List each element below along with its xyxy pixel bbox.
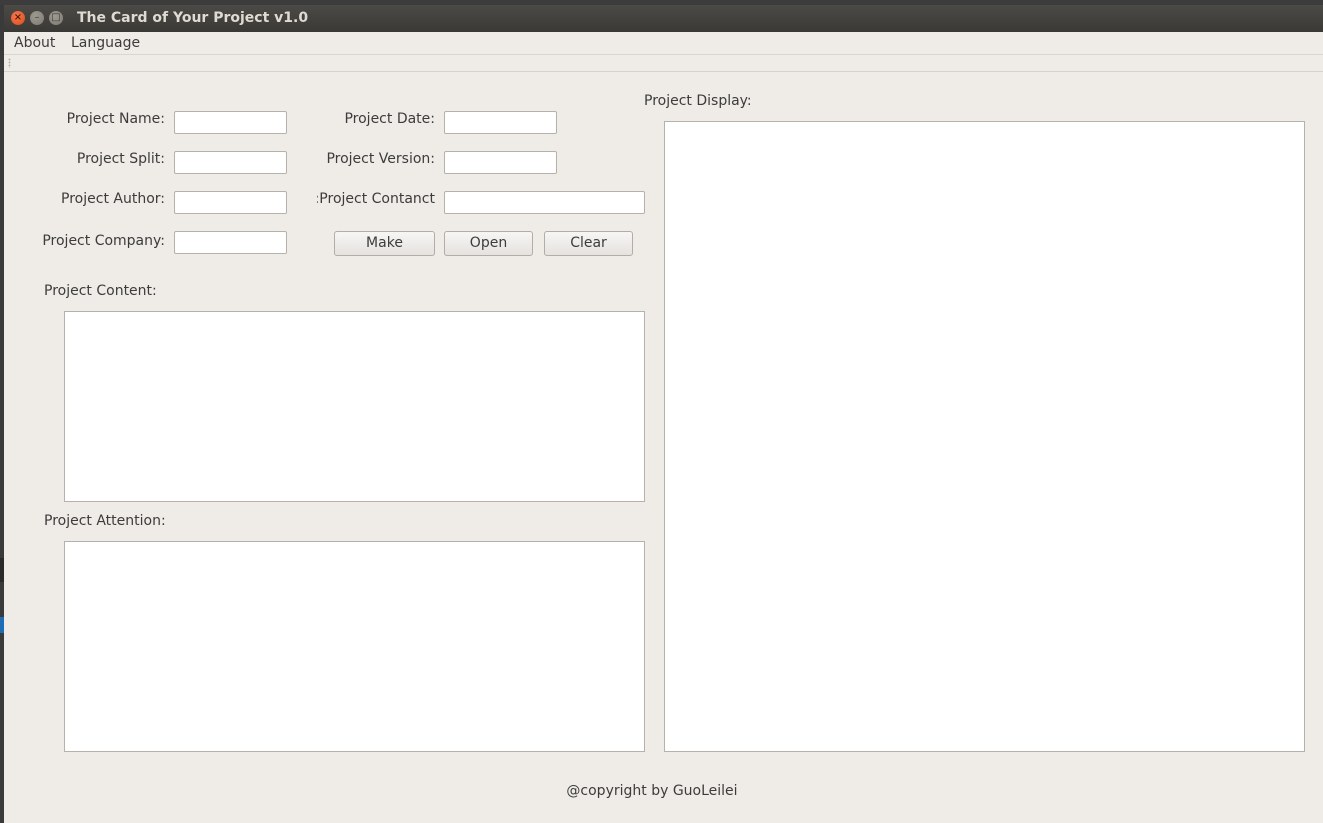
project-display-label: Project Display: — [644, 93, 752, 109]
make-button[interactable]: Make — [334, 231, 435, 256]
project-author-input[interactable] — [174, 191, 287, 214]
project-name-input[interactable] — [174, 111, 287, 134]
project-date-input[interactable] — [444, 111, 557, 134]
project-split-label: Project Split: — [76, 151, 165, 167]
minimize-icon[interactable]: – — [30, 11, 44, 25]
title-bar[interactable]: × – □ The Card of Your Project v1.0 — [4, 5, 1323, 32]
copyright-footer: @copyright by GuoLeilei — [566, 783, 738, 799]
toolbar — [4, 54, 1323, 72]
menu-about[interactable]: About — [14, 35, 55, 51]
project-version-input[interactable] — [444, 151, 557, 174]
maximize-icon[interactable]: □ — [49, 11, 63, 25]
menu-bar: About Language — [4, 32, 1323, 54]
app-window: × – □ The Card of Your Project v1.0 Abou… — [4, 5, 1323, 823]
project-date-label: Project Date: — [344, 111, 435, 127]
project-contact-input[interactable] — [444, 191, 645, 214]
project-company-input[interactable] — [174, 231, 287, 254]
project-split-input[interactable] — [174, 151, 287, 174]
project-content-textarea[interactable] — [64, 311, 645, 502]
project-attention-textarea[interactable] — [64, 541, 645, 752]
toolbar-grip-icon[interactable] — [8, 58, 11, 68]
project-author-label: Project Author: — [61, 191, 165, 207]
project-content-label: Project Content: — [44, 283, 157, 299]
project-version-label: Project Version: — [326, 151, 435, 167]
window-title: The Card of Your Project v1.0 — [77, 10, 309, 26]
project-company-label: Project Company: — [42, 233, 165, 249]
clear-button[interactable]: Clear — [544, 231, 633, 256]
project-contact-label: Project Contanct: — [317, 191, 435, 207]
open-button[interactable]: Open — [444, 231, 533, 256]
close-icon[interactable]: × — [11, 11, 25, 25]
menu-language[interactable]: Language — [71, 35, 140, 51]
project-attention-label: Project Attention: — [44, 513, 166, 529]
project-display-panel[interactable] — [664, 121, 1305, 752]
project-name-label: Project Name: — [66, 111, 165, 127]
